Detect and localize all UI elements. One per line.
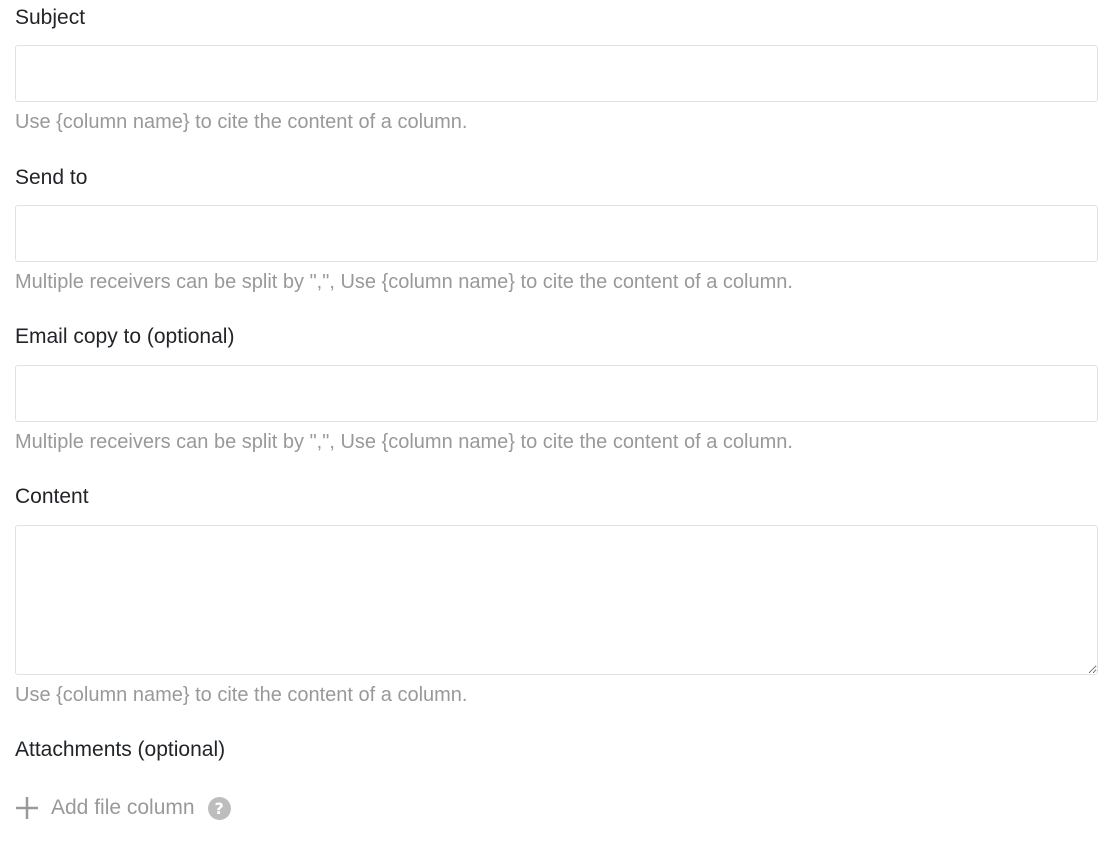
send-to-label: Send to <box>15 166 88 189</box>
question-circle-icon[interactable]: ? <box>207 796 231 820</box>
content-textarea[interactable] <box>15 525 1098 675</box>
add-file-column-button[interactable]: Add file column ? <box>15 794 231 822</box>
subject-hint: Use {column name} to cite the content of… <box>15 111 468 133</box>
email-copy-to-input[interactable] <box>15 365 1098 422</box>
send-to-hint: Multiple receivers can be split by ",", … <box>15 271 793 293</box>
send-email-form: Subject Use {column name} to cite the co… <box>0 0 1113 842</box>
content-label: Content <box>15 485 89 508</box>
email-copy-to-hint: Multiple receivers can be split by ",", … <box>15 431 793 453</box>
subject-input[interactable] <box>15 45 1098 102</box>
plus-icon <box>15 796 39 820</box>
attachments-label: Attachments (optional) <box>15 738 226 761</box>
subject-label: Subject <box>15 6 86 29</box>
email-copy-to-label: Email copy to (optional) <box>15 325 235 348</box>
send-to-input[interactable] <box>15 205 1098 262</box>
content-hint: Use {column name} to cite the content of… <box>15 684 468 706</box>
add-file-column-label: Add file column <box>51 796 195 819</box>
